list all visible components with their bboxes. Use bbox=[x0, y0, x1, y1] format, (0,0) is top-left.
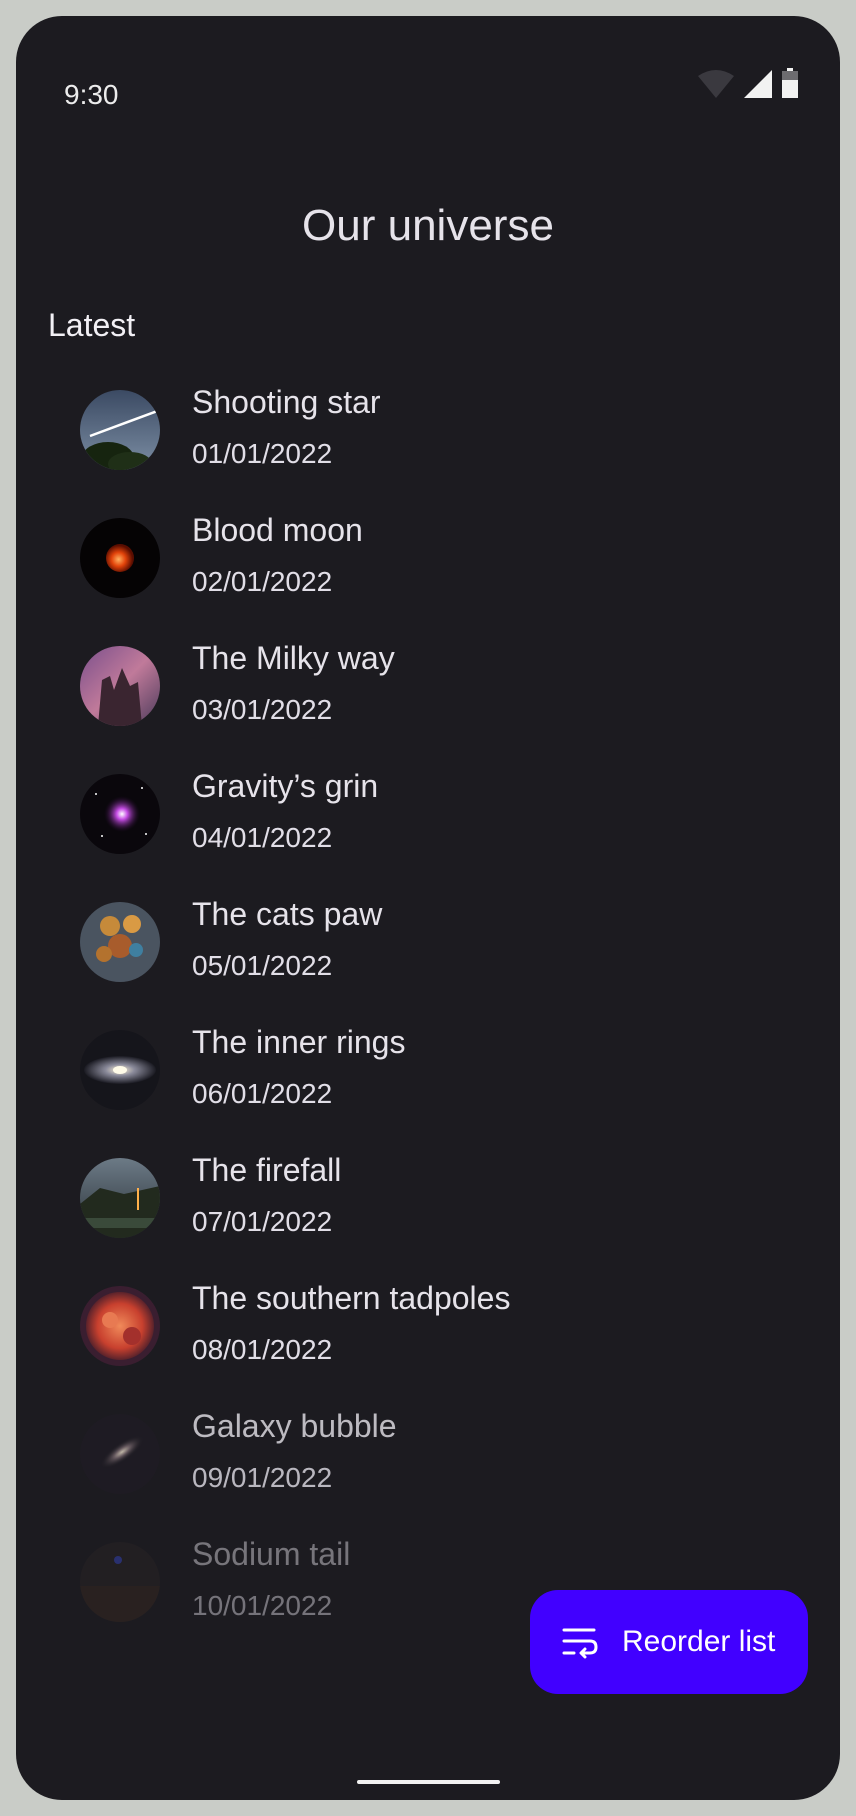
item-title: Galaxy bubble bbox=[192, 1408, 397, 1444]
reorder-icon bbox=[560, 1622, 600, 1662]
galaxy-bubble-thumbnail bbox=[80, 1414, 160, 1494]
item-title: Gravity’s grin bbox=[192, 768, 379, 804]
section-label-latest: Latest bbox=[48, 307, 136, 343]
phone-screen: 9:30 Our universe Latest Shooting star 0… bbox=[16, 16, 840, 1800]
item-date: 04/01/2022 bbox=[192, 822, 333, 853]
wifi-icon bbox=[698, 70, 734, 98]
item-date: 03/01/2022 bbox=[192, 694, 333, 725]
cats-paw-thumbnail bbox=[80, 902, 160, 982]
item-date: 05/01/2022 bbox=[192, 950, 333, 981]
sodium-tail-thumbnail bbox=[80, 1542, 160, 1622]
item-title: The firefall bbox=[192, 1152, 342, 1188]
firefall-thumbnail bbox=[80, 1158, 160, 1238]
item-date: 07/01/2022 bbox=[192, 1206, 333, 1237]
cell-signal-icon bbox=[744, 70, 772, 98]
list-item[interactable]: Gravity’s grin 04/01/2022 bbox=[16, 762, 840, 890]
list-item[interactable]: The southern tadpoles 08/01/2022 bbox=[16, 1274, 840, 1402]
status-bar: 9:30 bbox=[16, 16, 840, 126]
item-date: 10/01/2022 bbox=[192, 1590, 333, 1621]
list-item[interactable]: The cats paw 05/01/2022 bbox=[16, 890, 840, 1018]
milky-way-thumbnail bbox=[80, 646, 160, 726]
status-icons bbox=[698, 68, 798, 98]
list-item[interactable]: The Milky way 03/01/2022 bbox=[16, 634, 840, 762]
page-title: Our universe bbox=[302, 201, 554, 251]
list-item[interactable]: The firefall 07/01/2022 bbox=[16, 1146, 840, 1274]
item-date: 09/01/2022 bbox=[192, 1462, 333, 1493]
list-item[interactable]: Blood moon 02/01/2022 bbox=[16, 506, 840, 634]
list-item[interactable]: Galaxy bubble 09/01/2022 bbox=[16, 1402, 840, 1530]
item-date: 08/01/2022 bbox=[192, 1334, 333, 1365]
battery-icon bbox=[782, 68, 798, 98]
gravitys-grin-thumbnail bbox=[80, 774, 160, 854]
southern-tadpoles-thumbnail bbox=[80, 1286, 160, 1366]
item-date: 01/01/2022 bbox=[192, 438, 333, 469]
item-title: The inner rings bbox=[192, 1024, 406, 1060]
item-date: 02/01/2022 bbox=[192, 566, 333, 597]
inner-rings-thumbnail bbox=[80, 1030, 160, 1110]
item-title: The southern tadpoles bbox=[192, 1280, 511, 1316]
list-item[interactable]: Shooting star 01/01/2022 bbox=[16, 378, 840, 506]
item-title: Blood moon bbox=[192, 512, 363, 548]
item-date: 06/01/2022 bbox=[192, 1078, 333, 1109]
shooting-star-thumbnail bbox=[80, 390, 160, 470]
reorder-list-button[interactable]: Reorder list bbox=[530, 1590, 808, 1694]
item-title: The Milky way bbox=[192, 640, 395, 676]
status-time: 9:30 bbox=[64, 79, 119, 110]
list-item[interactable]: The inner rings 06/01/2022 bbox=[16, 1018, 840, 1146]
item-title: Shooting star bbox=[192, 384, 381, 420]
item-title: Sodium tail bbox=[192, 1536, 351, 1572]
blood-moon-thumbnail bbox=[80, 518, 160, 598]
reorder-list-label: Reorder list bbox=[622, 1625, 776, 1658]
item-title: The cats paw bbox=[192, 896, 383, 932]
home-indicator[interactable] bbox=[357, 1780, 500, 1784]
